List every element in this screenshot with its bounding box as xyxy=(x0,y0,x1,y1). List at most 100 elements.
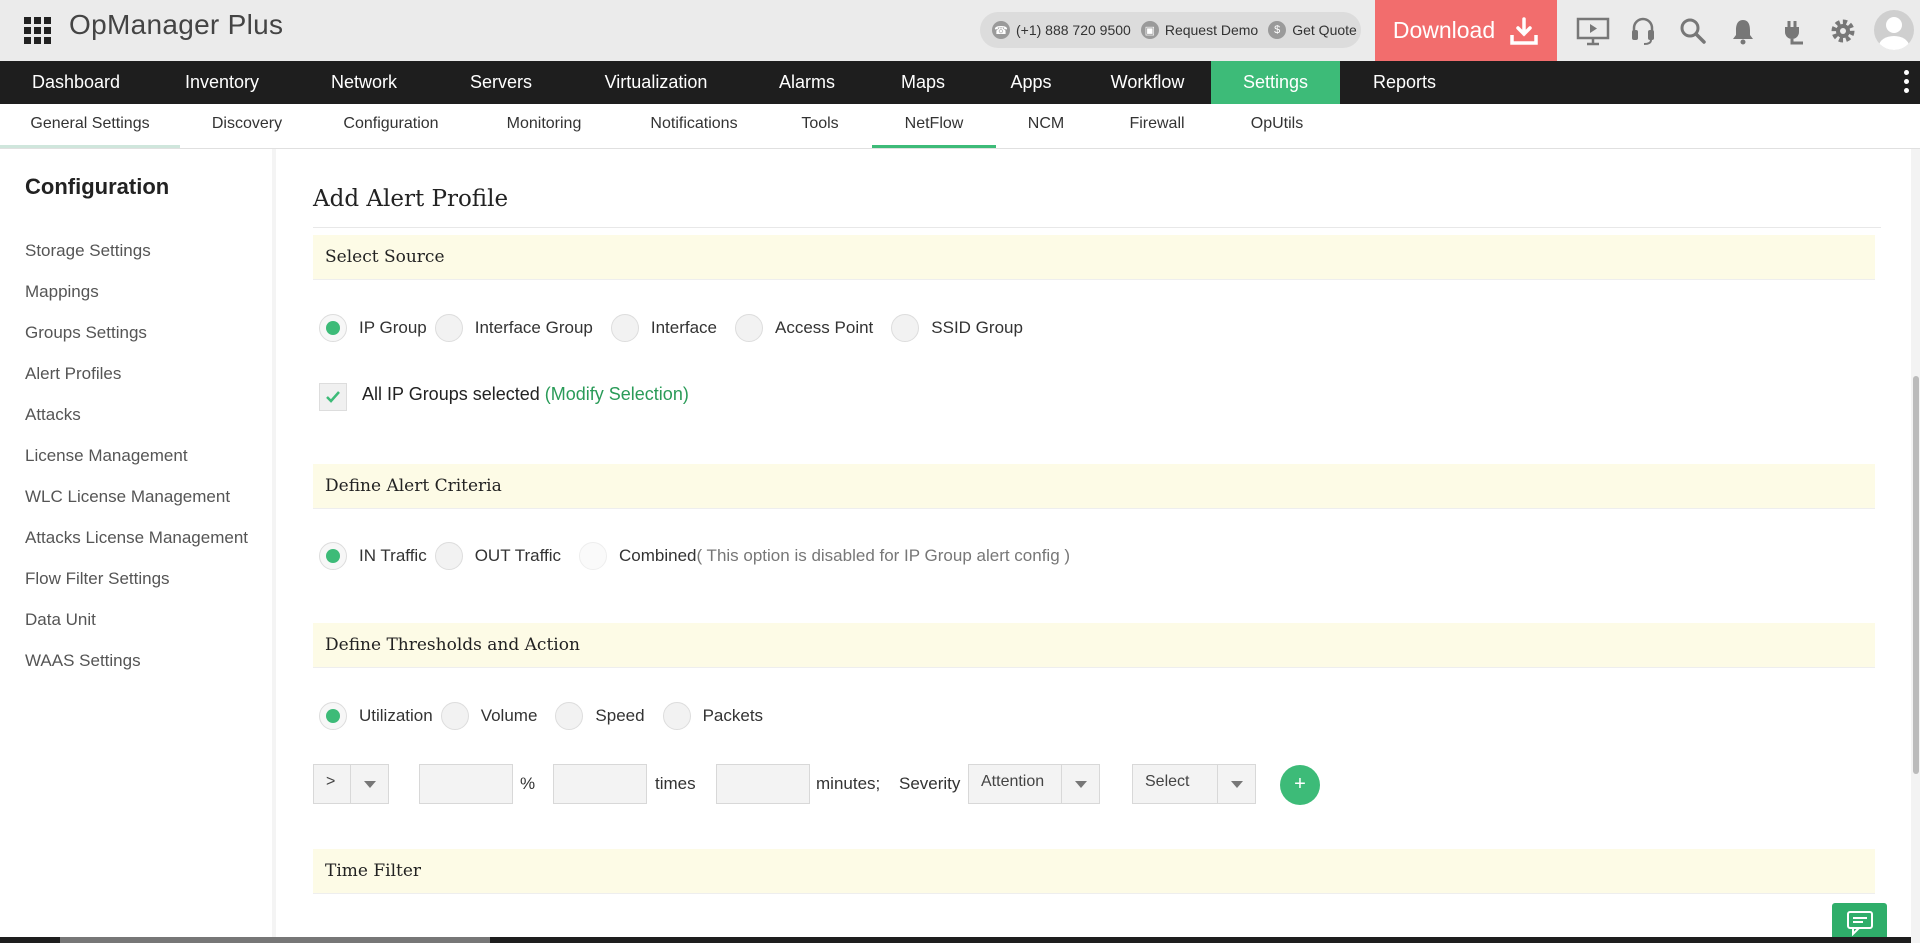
sidebar-item-waas-settings[interactable]: WAAS Settings xyxy=(25,651,141,671)
radio-packets[interactable] xyxy=(662,702,691,730)
scrollbar-thumb[interactable] xyxy=(1913,376,1919,774)
operator-select[interactable]: > xyxy=(313,764,389,804)
severity-label: Severity xyxy=(899,774,961,793)
nav-alarms[interactable]: Alarms xyxy=(746,61,868,104)
subnav-ncm[interactable]: NCM xyxy=(996,104,1096,148)
subnav-general-settings[interactable]: General Settings xyxy=(0,104,180,148)
gear-icon[interactable] xyxy=(1818,0,1868,61)
all-ip-groups-checkbox[interactable] xyxy=(319,383,347,411)
sidebar-item-wlc-license-management[interactable]: WLC License Management xyxy=(25,487,230,507)
radio-interface-group[interactable] xyxy=(434,314,463,342)
minutes-label: minutes; xyxy=(816,774,881,793)
get-quote-link[interactable]: $ Get Quote xyxy=(1268,21,1357,39)
radio-access-point[interactable] xyxy=(735,314,764,342)
app-grid-icon[interactable] xyxy=(24,17,51,44)
nav-settings[interactable]: Settings xyxy=(1211,61,1340,104)
main-nav: Dashboard Inventory Network Servers Virt… xyxy=(0,61,1920,104)
bell-icon[interactable] xyxy=(1718,0,1768,61)
presentation-icon[interactable] xyxy=(1568,0,1618,61)
nav-apps[interactable]: Apps xyxy=(978,61,1084,104)
sidebar-item-license-management[interactable]: License Management xyxy=(25,446,188,466)
subnav-netflow[interactable]: NetFlow xyxy=(872,104,996,148)
thresholds-heading: Define Thresholds and Action xyxy=(313,623,1875,668)
screen-icon: ▣ xyxy=(1140,21,1159,39)
request-demo-link[interactable]: ▣ Request Demo xyxy=(1140,21,1258,39)
sidebar-item-flow-filter-settings[interactable]: Flow Filter Settings xyxy=(25,569,170,589)
radio-volume[interactable] xyxy=(440,702,469,730)
bottom-scroll-thumb[interactable] xyxy=(60,937,490,943)
get-quote-label: Get Quote xyxy=(1292,22,1357,38)
chevron-down-icon xyxy=(1217,765,1256,803)
times-label: times xyxy=(655,774,696,793)
radio-label-interface: Interface xyxy=(650,318,718,337)
nav-workflow[interactable]: Workflow xyxy=(1084,61,1211,104)
modify-selection-link[interactable]: (Modify Selection) xyxy=(545,384,689,404)
action-select[interactable]: Select xyxy=(1132,764,1256,804)
plug-icon[interactable] xyxy=(1768,0,1818,61)
add-threshold-button[interactable]: + xyxy=(1280,765,1320,805)
subnav-discovery[interactable]: Discovery xyxy=(180,104,314,148)
nav-dashboard[interactable]: Dashboard xyxy=(0,61,152,104)
contact-pill: ☎ (+1) 888 720 9500 ▣ Request Demo $ Get… xyxy=(980,12,1361,48)
more-menu-icon[interactable] xyxy=(1904,70,1910,97)
threshold-percent-input[interactable] xyxy=(419,764,513,804)
source-radio-group: IP Group Interface Group Interface Acces… xyxy=(319,313,1031,343)
radio-utilization[interactable] xyxy=(319,702,347,730)
criteria-radio-group: IN Traffic OUT Traffic Combined ( This o… xyxy=(319,541,1070,571)
radio-label-access-point: Access Point xyxy=(775,318,874,337)
phone-contact[interactable]: ☎ (+1) 888 720 9500 xyxy=(992,21,1131,39)
subnav-monitoring[interactable]: Monitoring xyxy=(468,104,620,148)
download-label: Download xyxy=(1392,17,1496,43)
subnav-oputils[interactable]: OpUtils xyxy=(1218,104,1336,148)
nav-virtualization[interactable]: Virtualization xyxy=(566,61,746,104)
sidebar-item-attacks-license-management[interactable]: Attacks License Management xyxy=(25,528,248,548)
all-ip-groups-label: All IP Groups selected xyxy=(362,384,545,404)
sidebar-item-mappings[interactable]: Mappings xyxy=(25,282,99,302)
nav-maps[interactable]: Maps xyxy=(868,61,978,104)
operator-value: > xyxy=(326,773,336,790)
combined-disabled-note: ( This option is disabled for IP Group a… xyxy=(696,546,1071,565)
sidebar-item-storage-settings[interactable]: Storage Settings xyxy=(25,241,151,261)
chevron-down-icon xyxy=(350,765,389,803)
sidebar-item-groups-settings[interactable]: Groups Settings xyxy=(25,323,147,343)
sidebar-item-attacks[interactable]: Attacks xyxy=(25,405,81,425)
radio-label-interface-group: Interface Group xyxy=(474,318,593,337)
radio-label-ip-group: IP Group xyxy=(359,318,427,337)
radio-label-ssid-group: SSID Group xyxy=(931,318,1023,337)
sidebar-item-data-unit[interactable]: Data Unit xyxy=(25,610,96,630)
nav-reports[interactable]: Reports xyxy=(1340,61,1469,104)
top-icons xyxy=(1568,0,1868,61)
dollar-icon: $ xyxy=(1268,21,1287,39)
headset-icon[interactable] xyxy=(1618,0,1668,61)
subnav-tools[interactable]: Tools xyxy=(768,104,872,148)
radio-interface[interactable] xyxy=(610,314,639,342)
radio-combined xyxy=(578,542,607,570)
nav-servers[interactable]: Servers xyxy=(436,61,566,104)
subnav-firewall[interactable]: Firewall xyxy=(1096,104,1218,148)
radio-ssid-group[interactable] xyxy=(891,314,920,342)
radio-ip-group[interactable] xyxy=(319,314,347,342)
phone-icon: ☎ xyxy=(992,21,1010,39)
chevron-down-icon xyxy=(1061,765,1100,803)
times-input[interactable] xyxy=(553,764,647,804)
nav-network[interactable]: Network xyxy=(292,61,436,104)
subnav-configuration[interactable]: Configuration xyxy=(314,104,468,148)
search-icon[interactable] xyxy=(1668,0,1718,61)
subnav-notifications[interactable]: Notifications xyxy=(620,104,768,148)
radio-in-traffic[interactable] xyxy=(319,542,347,570)
radio-label-out-traffic: OUT Traffic xyxy=(474,546,561,565)
user-avatar[interactable] xyxy=(1874,10,1914,50)
page-title: Add Alert Profile xyxy=(313,186,509,212)
radio-speed[interactable] xyxy=(555,702,584,730)
severity-value: Attention xyxy=(981,773,1045,790)
radio-out-traffic[interactable] xyxy=(434,542,463,570)
minutes-input[interactable] xyxy=(716,764,810,804)
radio-label-speed: Speed xyxy=(595,706,645,725)
action-value: Select xyxy=(1145,773,1190,790)
severity-select[interactable]: Attention xyxy=(968,764,1100,804)
nav-inventory[interactable]: Inventory xyxy=(152,61,292,104)
download-button[interactable]: Download xyxy=(1375,0,1557,61)
sidebar-item-alert-profiles[interactable]: Alert Profiles xyxy=(25,364,121,384)
title-divider xyxy=(313,227,1881,228)
check-icon xyxy=(326,391,340,403)
